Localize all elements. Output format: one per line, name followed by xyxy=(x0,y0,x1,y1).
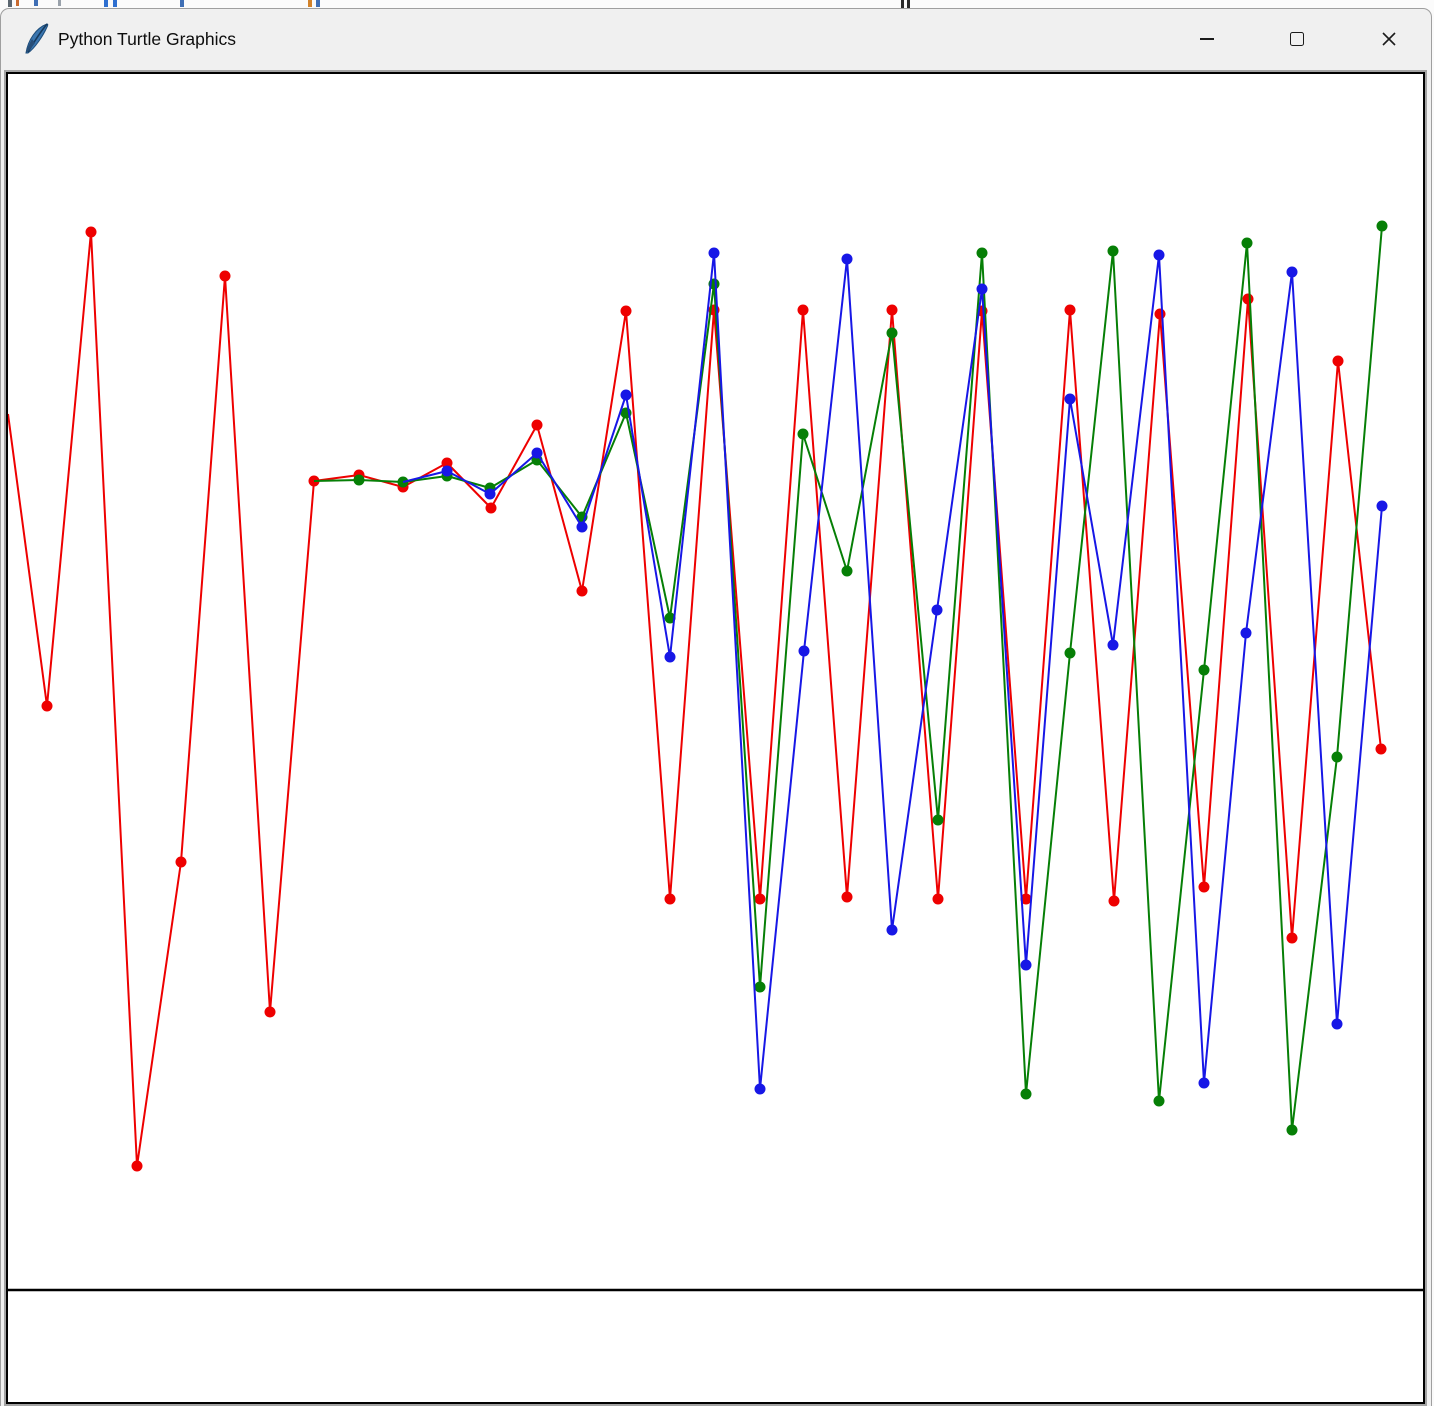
series-blue-point xyxy=(664,651,676,663)
series-green-point xyxy=(1107,245,1119,257)
background-window-fragment xyxy=(180,0,184,7)
series-red-point xyxy=(576,585,588,597)
series-green-point xyxy=(1376,220,1388,232)
series-red-point xyxy=(131,1160,143,1172)
series-green-point xyxy=(754,981,766,993)
series-red-point xyxy=(886,304,898,316)
series-red-point xyxy=(664,893,676,905)
series-blue-point xyxy=(798,645,810,657)
series-red-point xyxy=(1332,355,1344,367)
series-red-point xyxy=(1286,932,1298,944)
background-window-fragment xyxy=(113,0,117,7)
series-blue-point xyxy=(620,389,632,401)
series-green-point xyxy=(1020,1088,1032,1100)
series-blue-point xyxy=(708,247,720,259)
series-blue-point xyxy=(1064,393,1076,405)
series-red-point xyxy=(175,856,187,868)
series-red xyxy=(8,226,1387,1172)
series-red-point xyxy=(219,270,231,282)
minimize-icon xyxy=(1200,38,1214,40)
series-green-point xyxy=(1153,1095,1165,1107)
minimize-button[interactable] xyxy=(1178,15,1236,63)
series-red-point xyxy=(932,893,944,905)
series-blue-point xyxy=(484,488,496,500)
series-blue-point xyxy=(1286,266,1298,278)
series-blue-point xyxy=(976,283,988,295)
series-red-point xyxy=(1198,881,1210,893)
series-blue-point xyxy=(754,1083,766,1095)
series-green xyxy=(313,220,1388,1136)
background-window-fragment xyxy=(8,0,12,7)
series-blue-point xyxy=(1198,1077,1210,1089)
turtle-canvas xyxy=(6,72,1425,1404)
series-green-point xyxy=(976,247,988,259)
series-red-point xyxy=(1108,895,1120,907)
window-title: Python Turtle Graphics xyxy=(58,29,236,49)
series-blue-point xyxy=(841,253,853,265)
series-red-point xyxy=(1242,293,1254,305)
series-blue-point xyxy=(441,465,453,477)
maximize-button[interactable] xyxy=(1268,15,1326,63)
canvas-frame xyxy=(4,70,1427,1406)
series-red-point xyxy=(264,1006,276,1018)
background-window-fragment xyxy=(58,0,61,6)
background-window-fragment xyxy=(316,0,320,7)
background-window-fragment xyxy=(901,0,904,8)
series-blue-point xyxy=(531,447,543,459)
series-blue-point xyxy=(1331,1018,1343,1030)
series-blue-point xyxy=(1020,959,1032,971)
series-green-line xyxy=(313,225,1383,1131)
background-window-fragment xyxy=(907,0,910,8)
close-icon xyxy=(1382,32,1396,46)
background-window-fragment xyxy=(34,0,38,6)
close-button[interactable] xyxy=(1360,15,1418,63)
series-blue-point xyxy=(886,924,898,936)
series-red-point xyxy=(1154,308,1166,320)
series-green-point xyxy=(841,565,853,577)
titlebar[interactable]: Python Turtle Graphics xyxy=(1,9,1431,70)
series-red-point xyxy=(797,304,809,316)
series-red-point xyxy=(85,226,97,238)
series-blue-point xyxy=(576,521,588,533)
series-blue-point xyxy=(1107,639,1119,651)
series-red-point xyxy=(1375,743,1387,755)
series-green-point xyxy=(353,474,365,486)
series-red-line xyxy=(8,231,1382,1167)
series-red-point xyxy=(1064,304,1076,316)
series-green-point xyxy=(1064,647,1076,659)
series-blue-point xyxy=(931,604,943,616)
maximize-icon xyxy=(1290,32,1304,46)
series-green-point xyxy=(1198,664,1210,676)
series-green-point xyxy=(932,814,944,826)
series-blue-point xyxy=(1376,500,1388,512)
series-green-point xyxy=(1286,1124,1298,1136)
series-red-point xyxy=(41,700,53,712)
series-blue-line xyxy=(402,252,1383,1090)
series-red-point xyxy=(754,893,766,905)
series-green-point xyxy=(1241,237,1253,249)
series-red-point xyxy=(841,891,853,903)
background-window-fragment xyxy=(104,0,108,7)
series-blue-point xyxy=(1240,627,1252,639)
series-green-point xyxy=(886,327,898,339)
series-green-point xyxy=(1331,751,1343,763)
python-feather-icon xyxy=(25,23,49,54)
series-green-point xyxy=(797,428,809,440)
background-window-fragment xyxy=(16,0,19,6)
series-red-point xyxy=(531,419,543,431)
background-window-fragment xyxy=(308,0,312,7)
series-red-point xyxy=(620,305,632,317)
chart-svg xyxy=(8,220,1423,1292)
turtle-window: Python Turtle Graphics xyxy=(0,8,1432,1406)
series-blue-point xyxy=(1153,249,1165,261)
screen: Python Turtle Graphics xyxy=(0,0,1434,1406)
series-red-point xyxy=(485,502,497,514)
